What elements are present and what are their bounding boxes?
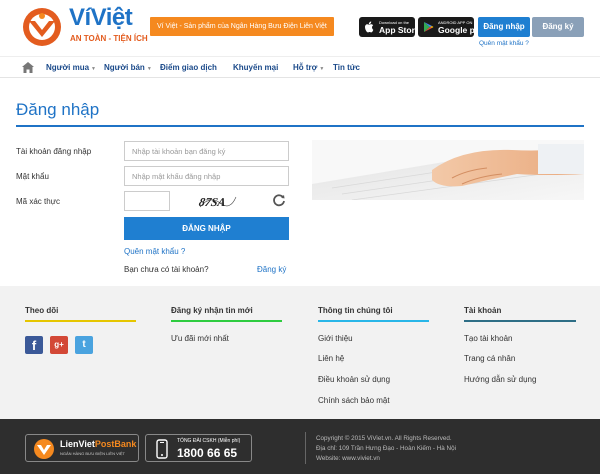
footer-account-bar (464, 320, 576, 322)
header-register-button[interactable]: Đăng ký (532, 17, 584, 37)
captcha-label: Mã xác thực (16, 197, 61, 206)
twitter-glyph: t (82, 339, 86, 350)
footer-link-privacy[interactable]: Chính sách bảo mật (318, 396, 390, 405)
facebook-icon[interactable]: f (25, 336, 43, 354)
page-title: Đăng nhập (16, 100, 100, 119)
captcha-image: 87SA (198, 195, 237, 209)
lienvietpostbank-logo[interactable]: LienVietPostBank NGÂN HÀNG BƯU ĐIỆN LIÊN… (25, 434, 139, 462)
phone-icon (156, 439, 168, 459)
footer-account-title: Tài khoản (464, 306, 502, 315)
bottom-divider (305, 432, 306, 464)
home-icon[interactable] (22, 62, 34, 73)
footer-link-latest-offers[interactable]: Ưu đãi mới nhất (171, 334, 229, 343)
bank-name-a: LienViet (60, 439, 95, 449)
footer-link-create-account[interactable]: Tạo tài khoản (464, 334, 512, 343)
main-nav: Người mua ▼ Người bán ▼ Điểm giao dịch Khu… (0, 56, 600, 78)
facebook-glyph: f (31, 338, 37, 353)
chevron-down-icon: ▼ (91, 66, 96, 72)
forgot-password-link[interactable]: Quên mật khẩu ? (124, 247, 185, 256)
website-text: Website: www.viviet.vn (316, 455, 380, 462)
register-link[interactable]: Đăng ký (257, 265, 286, 274)
google-plus-icon[interactable]: g+ (50, 336, 68, 354)
footer-link-user-guide[interactable]: Hướng dẫn sử dụng (464, 375, 536, 384)
nav-item-buyer[interactable]: Người mua ▼ (46, 63, 96, 72)
hotline-number: 1800 66 65 (177, 446, 238, 460)
copyright-text: Copyright © 2015 ViViet.vn. All Rights R… (316, 435, 452, 442)
nav-label: Khuyến mại (233, 63, 279, 72)
nav-item-news[interactable]: Tin tức (333, 63, 360, 72)
hotline-label: TỔNG ĐÀI CSKH (Miễn phí) (177, 438, 241, 444)
slogan-banner: Ví Việt - Sản phẩm của Ngân Hàng Bưu Điệ… (150, 17, 334, 36)
nav-item-promotions[interactable]: Khuyến mại (233, 63, 278, 72)
captcha-text: 87SA (198, 195, 227, 209)
nav-label: Tin tức (333, 63, 360, 72)
nav-item-transaction-points[interactable]: Điểm giao dịch (160, 63, 217, 72)
nav-label: Điểm giao dịch (160, 63, 217, 72)
footer-link-profile[interactable]: Trang cá nhân (464, 354, 515, 363)
address-text: Địa chỉ: 109 Trần Hưng Đạo - Hoàn Kiếm -… (316, 445, 457, 452)
account-label: Tài khoản đăng nhập (16, 147, 92, 156)
title-divider (16, 125, 584, 127)
hotline-box[interactable]: TỔNG ĐÀI CSKH (Miễn phí) 1800 66 65 (145, 434, 252, 462)
apple-icon (365, 21, 374, 33)
footer-info-title: Thông tin chúng tôi (318, 306, 393, 315)
bank-subtitle: NGÂN HÀNG BƯU ĐIỆN LIÊN VIỆT (60, 451, 125, 456)
chevron-down-icon: ▼ (146, 66, 152, 72)
twitter-icon[interactable]: t (75, 336, 93, 354)
lienviet-mark-icon (34, 439, 54, 459)
app-store-button[interactable]: Download on the App Store (359, 17, 420, 37)
bank-name-b: PostBank (94, 439, 137, 449)
nav-item-seller[interactable]: Người bán ▼ (104, 63, 152, 72)
vi-viet-logo-icon[interactable] (19, 7, 65, 47)
login-submit-button[interactable]: ĐĂNG NHẬP (124, 217, 289, 240)
refresh-icon[interactable] (272, 193, 286, 207)
password-label: Mật khẩu (16, 172, 49, 181)
no-account-text: Bạn chưa có tài khoản? (124, 265, 209, 274)
app-store-large: App Store (379, 25, 420, 35)
google-plus-glyph: g+ (54, 340, 64, 349)
footer-newsletter-title: Đăng ký nhận tin mới (171, 306, 253, 315)
header: VíViệt AN TOÀN - TIỆN ÍCH Ví Việt - Sản … (0, 0, 600, 56)
header-login-button[interactable]: Đăng nhập (478, 17, 530, 37)
google-play-icon (424, 22, 434, 32)
password-input[interactable] (124, 166, 289, 186)
nav-item-support[interactable]: Hỗ trợ ▼ (293, 63, 324, 72)
footer-link-terms[interactable]: Điều khoản sử dụng (318, 375, 390, 384)
nav-label: Người bán (104, 63, 145, 72)
footer-link-contact[interactable]: Liên hệ (318, 354, 344, 363)
account-input[interactable] (124, 141, 289, 161)
typing-hands-image (312, 140, 584, 200)
chevron-down-icon: ▼ (319, 66, 325, 72)
bank-name: LienVietPostBank (60, 439, 136, 449)
nav-label: Người mua (46, 63, 90, 72)
header-forgot-password-link[interactable]: Quên mật khẩu ? (479, 40, 529, 47)
google-play-button[interactable]: ANDROID APP ON Google play (418, 17, 487, 37)
footer-info-bar (318, 320, 429, 322)
logo-text[interactable]: VíViệt (69, 4, 133, 32)
footer-newsletter-bar (171, 320, 282, 322)
footer-link-about[interactable]: Giới thiệu (318, 334, 353, 343)
footer-follow-title: Theo dõi (25, 306, 59, 315)
captcha-input[interactable] (124, 191, 170, 211)
nav-label: Hỗ trợ (293, 63, 318, 72)
logo-tagline: AN TOÀN - TIỆN ÍCH (70, 34, 148, 43)
footer-follow-bar (25, 320, 136, 322)
